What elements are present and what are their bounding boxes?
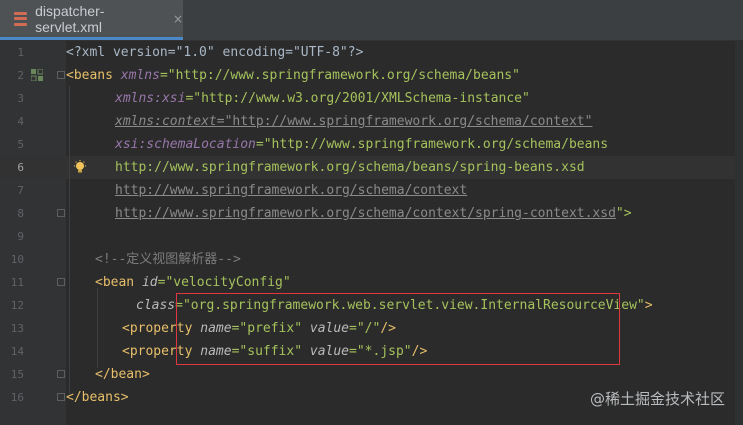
line-number: 5	[17, 138, 24, 151]
attr-name: class	[136, 298, 176, 313]
code-line-1: <?xml version="1.0" encoding="UTF-8"?>	[66, 41, 363, 64]
line-number: 11	[10, 276, 24, 289]
attr-name: xmlns:xsi	[115, 91, 186, 106]
code-line-8: http://www.springframework.org/schema/co…	[115, 202, 632, 225]
tag-end: ">	[615, 206, 632, 221]
editor-tab-bar: dispatcher-servlet.xml ×	[0, 0, 743, 41]
tag-end: >	[644, 298, 653, 313]
code-line-16: </beans>	[66, 386, 129, 409]
tag-name: </beans>	[66, 390, 129, 405]
line-number: 1	[17, 46, 24, 59]
attr-name: id	[141, 275, 158, 290]
code-line-4: xmlns:context="http://www.springframewor…	[115, 110, 592, 133]
attr-value: ="velocityConfig"	[157, 275, 291, 290]
code-line-11: <bean id="velocityConfig"	[95, 271, 291, 294]
code-editor[interactable]: <?xml version="1.0" encoding="UTF-8"?> <…	[66, 41, 743, 425]
code-line-6: http://www.springframework.org/schema/be…	[115, 156, 585, 179]
attr-value: ="http://www.springframework.org/schema/…	[255, 137, 609, 152]
code-line-2: <beans xmlns="http://www.springframework…	[66, 64, 520, 87]
attr-value: http://www.springframework.org/schema/be…	[115, 160, 585, 175]
xml-comment: <!--定义视图解析器-->	[95, 252, 241, 267]
tag-name: <beans	[66, 68, 113, 83]
code-line-5: xsi:schemaLocation="http://www.springfra…	[115, 133, 608, 156]
code-line-3: xmlns:xsi="http://www.w3.org/2001/XMLSch…	[115, 87, 530, 110]
line-number: 4	[17, 115, 24, 128]
highlight-annotation-box	[176, 293, 620, 365]
tab-dispatcher-servlet[interactable]: dispatcher-servlet.xml ×	[0, 0, 183, 40]
attr-value: ="http://www.w3.org/2001/XMLSchema-insta…	[185, 91, 530, 106]
fold-marker-icon[interactable]	[57, 71, 65, 79]
tag-name: <bean	[95, 275, 135, 290]
line-number: 16	[10, 391, 24, 404]
xml-file-icon	[14, 11, 28, 26]
attr-name: xmlns	[120, 68, 160, 83]
line-number: 6	[17, 161, 24, 174]
line-number: 2	[17, 69, 24, 82]
watermark: @稀土掘金技术社区	[589, 390, 725, 408]
line-number: 3	[17, 92, 24, 105]
line-number: 8	[17, 207, 24, 220]
attr-name: xsi:schemaLocation	[115, 137, 256, 152]
attr-value: ="http://www.springframework.org/schema/…	[216, 114, 593, 129]
code-line-7: http://www.springframework.org/schema/co…	[115, 179, 467, 202]
attr-name: xmlns:context	[115, 114, 217, 129]
line-number: 9	[17, 230, 24, 243]
fold-marker-icon[interactable]	[57, 278, 65, 286]
tag-name: </bean>	[95, 367, 150, 382]
fold-marker-icon[interactable]	[57, 370, 65, 378]
attr-value: ="http://www.springframework.org/schema/…	[159, 68, 520, 83]
fold-marker-icon[interactable]	[57, 209, 65, 217]
line-number: 7	[17, 184, 24, 197]
tab-label: dispatcher-servlet.xml	[35, 2, 105, 35]
line-number: 10	[10, 253, 24, 266]
line-number: 15	[10, 368, 24, 381]
scrollbar-track[interactable]	[735, 41, 743, 425]
fold-marker-icon[interactable]	[57, 393, 65, 401]
close-icon[interactable]: ×	[173, 12, 183, 26]
xml-declaration: <?xml version="1.0" encoding="UTF-8"?>	[66, 45, 364, 60]
attr-value: http://www.springframework.org/schema/co…	[115, 206, 616, 221]
line-number: 12	[10, 299, 24, 312]
line-number: 14	[10, 345, 24, 358]
spring-context-icon[interactable]	[31, 69, 43, 81]
attr-value: http://www.springframework.org/schema/co…	[115, 183, 468, 198]
code-line-10: <!--定义视图解析器-->	[95, 248, 241, 271]
line-number: 13	[10, 322, 24, 335]
code-line-15: </bean>	[95, 363, 150, 386]
